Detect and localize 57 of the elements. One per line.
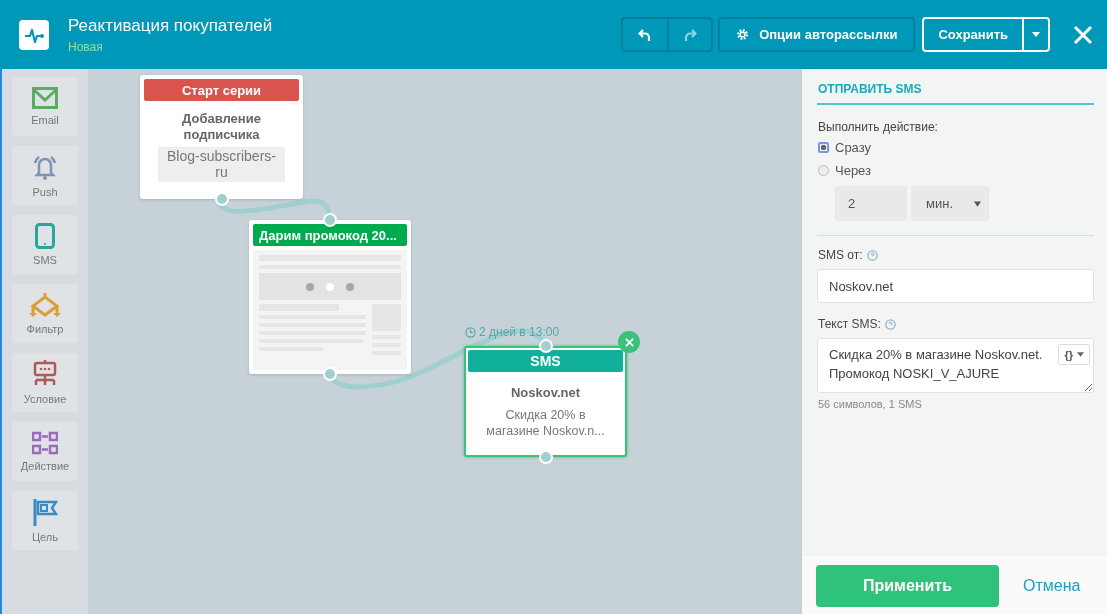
close-icon[interactable]	[1073, 24, 1093, 45]
workflow-node[interactable]: Дарим промокод 20...	[249, 220, 411, 374]
variables-button[interactable]: {}	[1058, 344, 1090, 365]
remove-node-button[interactable]	[618, 331, 640, 353]
envelope-icon	[32, 87, 58, 109]
campaign-status: Новая	[68, 39, 104, 54]
radio-label[interactable]: Через	[835, 163, 872, 178]
cancel-link[interactable]: Отмена	[1023, 576, 1081, 595]
field-label: SMS от:	[818, 248, 863, 262]
palette-item[interactable]: Push	[12, 146, 78, 205]
connector-port[interactable]	[323, 367, 337, 381]
radio-button[interactable]	[818, 165, 829, 176]
palette-item[interactable]: Цель	[12, 491, 78, 550]
node-header: Старт серии	[144, 79, 299, 101]
palette-item[interactable]: Фильтр	[12, 284, 78, 343]
connector-port[interactable]	[323, 213, 337, 227]
help-icon[interactable]	[884, 318, 896, 330]
workflow-node[interactable]: SMS Noskov.net Скидка 20% в магазине Noskov.n...	[464, 346, 627, 457]
workflow-node[interactable]: Старт серии Добавление подписчика Blog-subscribers-ru	[140, 75, 303, 199]
blocks-icon	[32, 431, 58, 455]
radio-label[interactable]: Сразу	[835, 140, 872, 155]
field-label: Выполнить действие:	[818, 120, 939, 134]
delay-unit-dropdown[interactable]: мин.	[911, 186, 989, 221]
node-message: Скидка 20% в магазине Noskov.n...	[485, 407, 606, 439]
close-icon	[624, 337, 634, 347]
flag-icon	[32, 498, 58, 526]
robot-icon	[32, 360, 58, 388]
node-header: Дарим промокод 20...	[253, 224, 407, 246]
node-header: SMS	[468, 350, 623, 372]
field-label: Текст SMS:	[818, 317, 881, 331]
help-icon[interactable]	[866, 249, 878, 261]
options-button[interactable]: Опции авторассылки	[718, 17, 916, 52]
palette-item[interactable]: Email	[12, 77, 78, 136]
apply-button[interactable]: Применить	[816, 564, 999, 607]
phone-icon	[35, 223, 55, 249]
delay-value-field[interactable]: 2	[835, 186, 907, 221]
caret-icon	[1032, 32, 1040, 37]
redo-arrow-icon	[683, 27, 698, 42]
node-title: Добавление подписчика	[181, 111, 262, 143]
node-title: Noskov.net	[509, 385, 582, 401]
delay-text: 2 дней в 13:00	[479, 325, 560, 339]
campaign-title: Реактивация покупателей	[68, 15, 273, 36]
sender-field[interactable]: Noskov.net	[817, 269, 1094, 303]
caret-icon	[974, 200, 981, 207]
bell-icon	[31, 153, 59, 181]
palette-item[interactable]: Условие	[12, 353, 78, 412]
clock-icon	[465, 326, 476, 338]
character-counter: 56 символов, 1 SMS	[818, 398, 923, 410]
settings-icon	[736, 28, 750, 41]
undo-arrow-icon	[638, 27, 653, 42]
palette-item[interactable]: Действие	[12, 422, 78, 481]
segment-tag: Blog-subscribers-ru	[158, 147, 285, 182]
panel-title: ОТПРАВИТЬ SMS	[817, 79, 1094, 105]
radio-button[interactable]	[818, 142, 829, 153]
palette-item[interactable]: SMS	[12, 215, 78, 274]
pulse-logo-icon	[19, 19, 49, 50]
caret-icon	[1077, 352, 1084, 357]
